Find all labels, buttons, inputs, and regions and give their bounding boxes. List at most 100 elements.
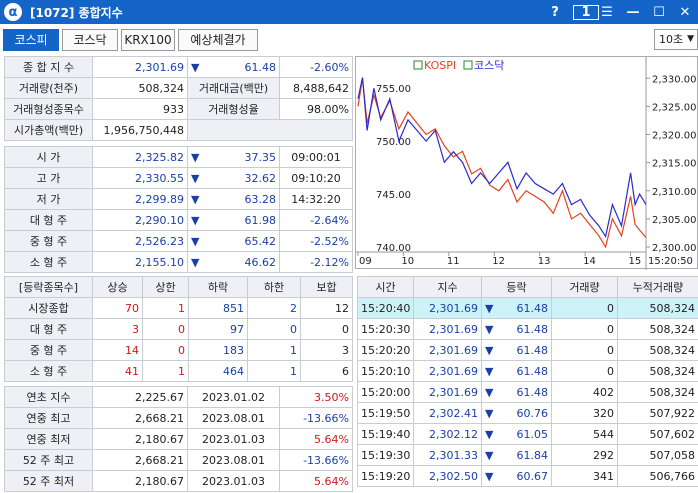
tick-row[interactable]: 15:20:40 2,301.69 ▼ 61.48 0 508,324 xyxy=(357,297,698,319)
price-value: 2,299.89 xyxy=(92,188,188,210)
formed-rate-value: 98.00% xyxy=(279,98,353,120)
tick-row[interactable]: 15:20:10 2,301.69 ▼ 61.48 0 508,324 xyxy=(357,360,698,382)
tick-volume: 0 xyxy=(551,297,618,319)
index-chart[interactable]: 2,330.00 2,325.00 2,320.00 2,315.00 2,310.00… xyxy=(355,56,698,270)
tick-header: 거래량 xyxy=(551,276,618,298)
breadth-label: 소 형 주 xyxy=(4,360,93,382)
breadth-header: [등락종목수] xyxy=(4,276,93,298)
yearly-label: 연중 최저 xyxy=(4,428,93,450)
right-tick-label: 2,315.00 xyxy=(652,159,697,170)
breadth-flat: 0 xyxy=(300,318,353,340)
left-tick-label: 745.00 xyxy=(376,190,411,201)
tick-change: 61.48 xyxy=(516,301,549,315)
tab-expected[interactable]: 예상체결가 xyxy=(178,29,258,51)
tick-volume: 292 xyxy=(551,444,618,466)
tick-cumulative: 506,766 xyxy=(617,465,698,487)
tick-change: 61.84 xyxy=(516,448,549,462)
breadth-down: 183 xyxy=(188,339,248,361)
yearly-row: 연중 최고 2,668.21 2023.08.01 -13.66% xyxy=(4,407,353,429)
price-value: 2,155.10 xyxy=(92,251,188,273)
price-change-cell: ▼ 37.35 xyxy=(187,146,280,168)
tick-row[interactable]: 15:20:30 2,301.69 ▼ 61.48 0 508,324 xyxy=(357,318,698,340)
breadth-flat: 3 xyxy=(300,339,353,361)
tab-krx100[interactable]: KRX100 xyxy=(121,29,175,51)
yearly-value: 2,180.67 xyxy=(92,428,188,450)
help-button[interactable]: ? xyxy=(542,5,568,20)
tick-volume: 0 xyxy=(551,339,618,361)
tick-change-cell: ▼ 61.84 xyxy=(481,444,552,466)
formed-count-label: 거래형성종목수 xyxy=(4,98,93,120)
price-change: 37.35 xyxy=(244,150,277,164)
yearly-row: 52 주 최고 2,668.21 2023.08.01 -13.66% xyxy=(4,449,353,471)
tick-cumulative: 507,058 xyxy=(617,444,698,466)
down-arrow-icon: ▼ xyxy=(485,343,494,357)
kosdaq-line xyxy=(357,77,647,238)
interval-select[interactable]: 10초 ▼ xyxy=(654,29,698,50)
legend-marker xyxy=(413,60,423,70)
x-tick-label: 15:20:50 xyxy=(648,256,693,267)
price-time: -2.12% xyxy=(279,251,353,273)
price-table: 시 가 2,325.82 ▼ 37.35 09:00:01 고 가 2,330.55 ▼ 32.… xyxy=(4,146,353,273)
yearly-label: 연중 최고 xyxy=(4,407,93,429)
legend-label: KOSPI xyxy=(424,59,456,72)
price-label: 소 형 주 xyxy=(4,251,93,273)
tick-row[interactable]: 15:19:30 2,301.33 ▼ 61.84 292 507,058 xyxy=(357,444,698,466)
tick-volume: 402 xyxy=(551,381,618,403)
right-tick-label: 2,300.00 xyxy=(652,243,697,254)
tab-kosdaq[interactable]: 코스닥 xyxy=(62,29,118,51)
pane-button[interactable]: 1 xyxy=(568,4,599,20)
price-label: 고 가 xyxy=(4,167,93,189)
index-chart-svg: 2,330.00 2,325.00 2,320.00 2,315.00 2,310.00… xyxy=(356,57,697,270)
interval-value: 10초 xyxy=(659,33,684,46)
menu-icon[interactable]: ☰ xyxy=(594,5,620,20)
yearly-date: 2023.01.02 xyxy=(187,386,280,408)
tick-cumulative: 508,324 xyxy=(617,339,698,361)
close-button[interactable]: ✕ xyxy=(672,5,698,20)
breadth-lower: 1 xyxy=(247,339,301,361)
yearly-value: 2,180.67 xyxy=(92,470,188,492)
right-tick-label: 2,320.00 xyxy=(652,131,697,142)
price-label: 대 형 주 xyxy=(4,209,93,231)
price-value: 2,526.23 xyxy=(92,230,188,252)
price-label: 저 가 xyxy=(4,188,93,210)
tick-header: 시간 xyxy=(357,276,414,298)
price-change: 61.98 xyxy=(244,213,277,227)
tick-row[interactable]: 15:19:40 2,302.12 ▼ 61.05 544 507,602 xyxy=(357,423,698,445)
title-bar: α [1072] 종합지수 ? 1 ☰ — ☐ ✕ xyxy=(0,0,698,24)
breadth-up: 3 xyxy=(92,318,143,340)
right-tick-label: 2,305.00 xyxy=(652,215,697,226)
tick-header: 누적거래량 xyxy=(617,276,698,298)
down-arrow-icon: ▼ xyxy=(191,171,200,185)
maximize-button[interactable]: ☐ xyxy=(646,5,672,20)
tick-change-cell: ▼ 61.48 xyxy=(481,318,552,340)
breadth-lower: 2 xyxy=(247,297,301,319)
index-pct: -2.60% xyxy=(279,56,353,78)
price-label: 중 형 주 xyxy=(4,230,93,252)
volume-label: 거래량(천주) xyxy=(4,77,93,99)
yearly-value: 2,668.21 xyxy=(92,449,188,471)
yearly-value: 2,668.21 xyxy=(92,407,188,429)
tick-table: 시간 지수 등락 거래량 누적거래량 15:20:40 2,301.69 ▼ 61.48 0 50… xyxy=(357,276,698,487)
down-arrow-icon: ▼ xyxy=(485,322,494,336)
right-tick-label: 2,310.00 xyxy=(652,187,697,198)
tick-row[interactable]: 15:20:20 2,301.69 ▼ 61.48 0 508,324 xyxy=(357,339,698,361)
tick-cumulative: 507,602 xyxy=(617,423,698,445)
x-tick-label: 11 xyxy=(447,256,460,267)
yearly-pct: 5.64% xyxy=(279,470,353,492)
yearly-date: 2023.08.01 xyxy=(187,407,280,429)
tick-time: 15:20:10 xyxy=(357,360,414,382)
tick-index: 2,302.41 xyxy=(413,402,482,424)
tab-kospi[interactable]: 코스피 xyxy=(3,29,59,51)
breadth-header: 보합 xyxy=(300,276,353,298)
tick-row[interactable]: 15:19:50 2,302.41 ▼ 60.76 320 507,922 xyxy=(357,402,698,424)
tick-row[interactable]: 15:19:20 2,302.50 ▼ 60.67 341 506,766 xyxy=(357,465,698,487)
price-row: 소 형 주 2,155.10 ▼ 46.62 -2.12% xyxy=(4,251,353,273)
tick-row[interactable]: 15:20:00 2,301.69 ▼ 61.48 402 508,324 xyxy=(357,381,698,403)
price-value: 2,330.55 xyxy=(92,167,188,189)
market-cap-value: 1,956,750,448 xyxy=(92,119,188,141)
breadth-up: 70 xyxy=(92,297,143,319)
minimize-button[interactable]: — xyxy=(620,5,646,20)
down-arrow-icon: ▼ xyxy=(191,192,200,206)
window-title: [1072] 종합지수 xyxy=(30,5,123,20)
price-change-cell: ▼ 32.62 xyxy=(187,167,280,189)
